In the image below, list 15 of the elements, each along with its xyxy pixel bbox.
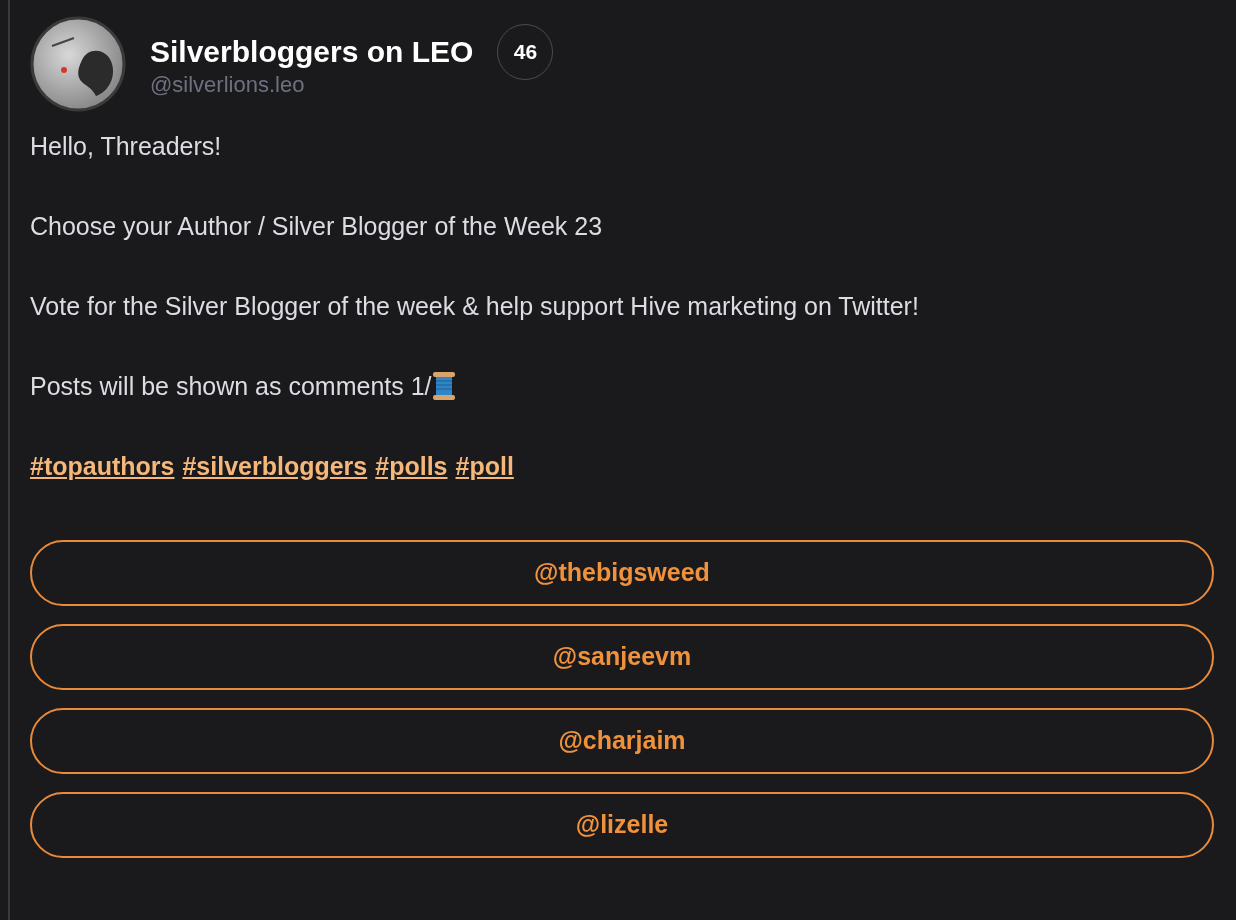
post-text: Posts will be shown as comments 1/ bbox=[30, 371, 432, 402]
post-text: Vote for the Silver Blogger of the week & help support Hive marketing on Twitter! bbox=[30, 291, 919, 322]
hashtag-link[interactable]: #poll bbox=[455, 446, 514, 486]
post-text: Choose your Author / Silver Blogger of the Week 23 bbox=[30, 211, 603, 242]
poll-option-button[interactable]: @charjaim bbox=[30, 708, 1214, 774]
author-name[interactable]: Silverbloggers on LEO bbox=[150, 30, 474, 74]
post-text: Hello, Threaders! bbox=[30, 131, 222, 162]
thread-spool-icon bbox=[431, 372, 456, 400]
poll-option-button[interactable]: @sanjeevm bbox=[30, 624, 1214, 690]
author-handle: @silverlions.leo bbox=[150, 72, 306, 98]
hashtag-link[interactable]: #topauthors bbox=[30, 446, 175, 486]
poll-option-button[interactable]: @thebigsweed bbox=[30, 540, 1214, 606]
poll-option-button[interactable]: @lizelle bbox=[30, 792, 1214, 858]
hashtag-link[interactable]: #silverbloggers bbox=[182, 446, 368, 486]
hashtag-link[interactable]: #polls bbox=[375, 446, 448, 486]
